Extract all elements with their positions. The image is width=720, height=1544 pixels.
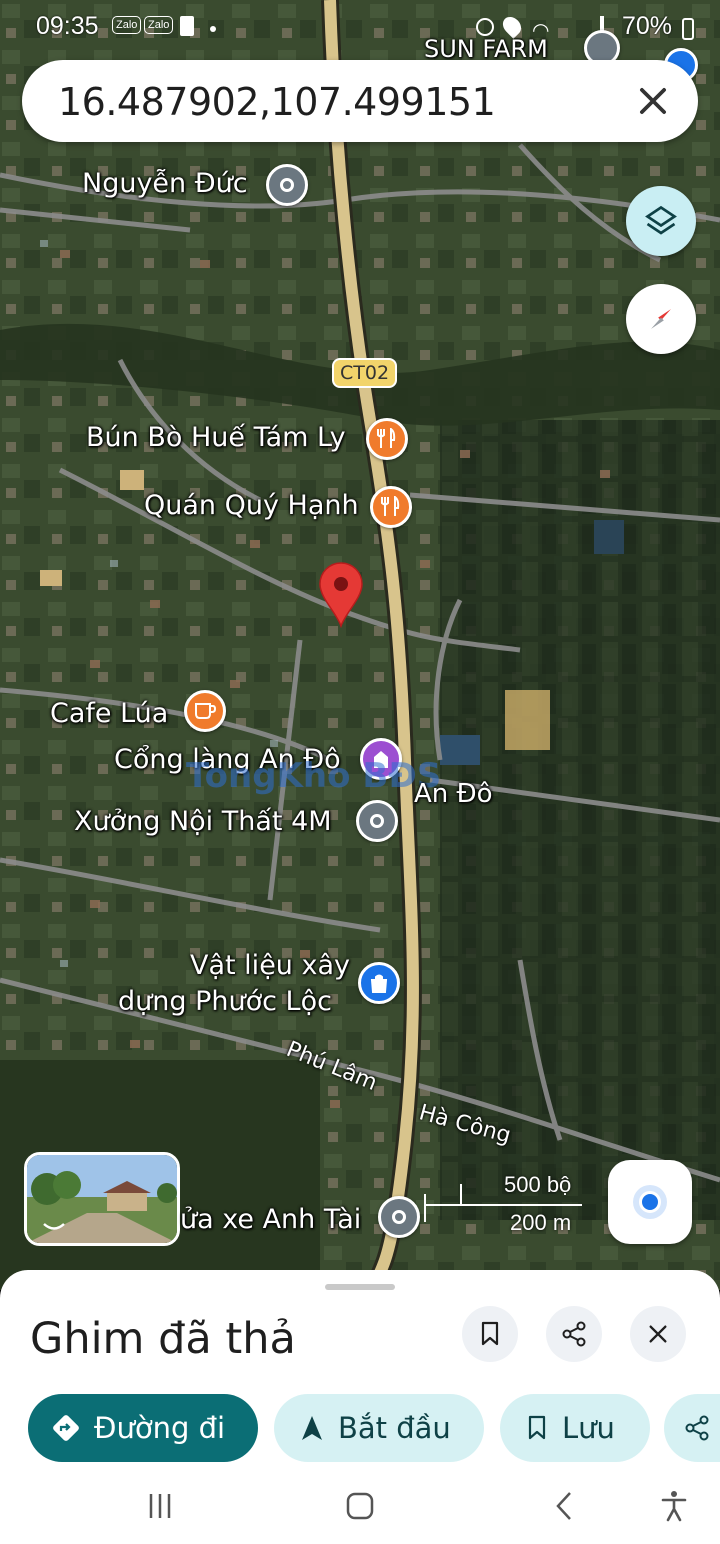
layers-button[interactable] (626, 186, 696, 256)
bookmark-icon (481, 1321, 499, 1346)
recent-apps-button[interactable] (140, 1488, 180, 1524)
directions-icon (52, 1414, 80, 1442)
location-pin-icon[interactable] (378, 1196, 420, 1238)
close-icon (649, 1325, 667, 1343)
map-view[interactable]: 09:35 Zalo Zalo ◠ 70% SUN FARM 16.487902… (0, 0, 720, 1290)
street-view-thumbnail[interactable] (24, 1152, 180, 1246)
start-button[interactable]: Bắt đầu (274, 1394, 484, 1462)
status-time: 09:35 (36, 12, 99, 40)
place-label[interactable]: Vật liệu xây (190, 950, 350, 981)
restaurant-icon[interactable] (370, 486, 412, 528)
rotate-360-icon (43, 1223, 65, 1230)
battery-level: 70% (621, 12, 672, 40)
search-bar[interactable]: 16.487902,107.499151 (22, 60, 698, 142)
start-label: Bắt đầu (338, 1411, 451, 1445)
zalo-notification-icon: Zalo (112, 16, 142, 34)
save-button[interactable] (462, 1306, 518, 1362)
my-location-icon (639, 1191, 661, 1213)
file-notification-icon (180, 16, 194, 36)
my-location-button[interactable] (608, 1160, 692, 1244)
directions-label: Đường đi (94, 1411, 226, 1445)
zalo-notification-icon: Zalo (144, 16, 174, 34)
shopping-bag-icon[interactable] (358, 962, 400, 1004)
save-chip-button[interactable]: Lưu (500, 1394, 650, 1462)
area-label: An Đô (414, 779, 493, 809)
share-icon (684, 1415, 710, 1441)
share-button[interactable] (546, 1306, 602, 1362)
close-icon[interactable] (634, 82, 672, 120)
watermark: TongKho BĐS (186, 756, 442, 796)
scale-bar (424, 1204, 582, 1206)
close-sheet-button[interactable] (630, 1306, 686, 1362)
restaurant-icon[interactable] (366, 418, 408, 460)
navigation-arrow-icon (300, 1414, 324, 1442)
place-label[interactable]: Quán Quý Hạnh (144, 490, 359, 521)
compass-icon (651, 309, 671, 329)
drag-handle[interactable] (325, 1284, 395, 1290)
recents-icon (149, 1494, 171, 1518)
road-shield: CT02 (332, 358, 398, 388)
save-label: Lưu (562, 1411, 615, 1445)
scale-metric: 200 m (510, 1210, 572, 1235)
scale-imperial: 500 bộ (504, 1172, 572, 1197)
back-button[interactable] (544, 1488, 584, 1524)
place-label[interactable]: Xưởng Nội Thất 4M (74, 806, 332, 837)
accessibility-icon (661, 1491, 687, 1522)
location-pin-icon[interactable] (266, 164, 308, 206)
home-icon (346, 1492, 374, 1520)
directions-button[interactable]: Đường đi (28, 1394, 258, 1462)
map-scale: 500 bộ 200 m (420, 1168, 590, 1238)
alarm-icon (476, 18, 494, 36)
share-icon (562, 1321, 586, 1347)
place-label[interactable]: dựng Phước Lộc (118, 986, 332, 1017)
place-label[interactable]: Bún Bò Huế Tám Ly (86, 422, 346, 453)
sheet-title: Ghim đã thả (30, 1314, 296, 1364)
back-icon (556, 1492, 571, 1520)
compass-button[interactable] (626, 284, 696, 354)
battery-icon (682, 18, 694, 40)
more-notifications-icon (210, 26, 216, 32)
place-label[interactable]: Nguyễn Đức (82, 168, 248, 199)
layers-icon (645, 205, 677, 235)
accessibility-button[interactable] (654, 1488, 694, 1524)
place-label[interactable]: ửa xe Anh Tài (180, 1204, 361, 1235)
place-bottom-sheet[interactable]: Ghim đã thả Đường đi Bắt đầu Lưu (0, 1270, 720, 1470)
search-query[interactable]: 16.487902,107.499151 (58, 80, 496, 124)
place-label[interactable]: Cafe Lúa (50, 698, 168, 729)
dropped-pin-icon[interactable] (318, 562, 364, 628)
share-chip-button[interactable] (664, 1394, 720, 1462)
home-button[interactable] (340, 1488, 380, 1524)
location-pin-icon[interactable] (356, 800, 398, 842)
system-nav-bar (0, 1470, 720, 1544)
bookmark-icon (526, 1415, 548, 1441)
cafe-icon[interactable] (184, 690, 226, 732)
